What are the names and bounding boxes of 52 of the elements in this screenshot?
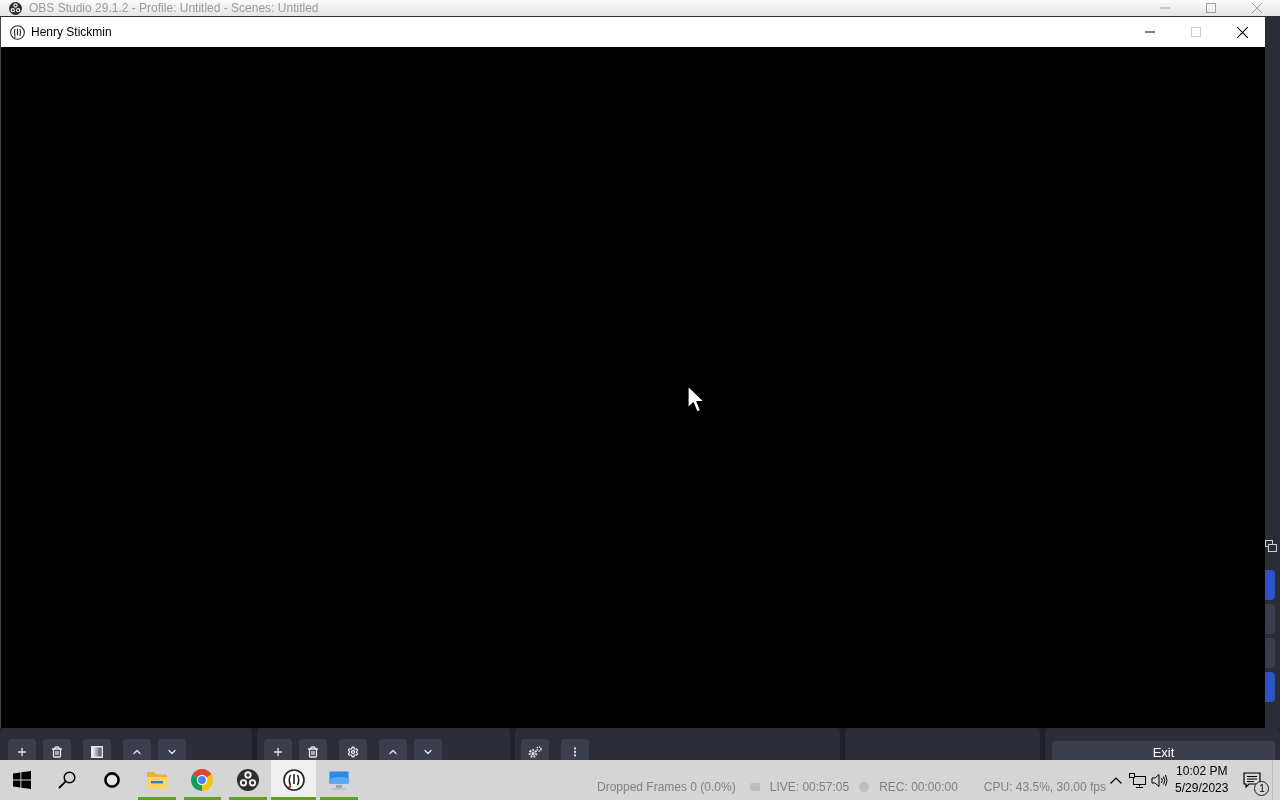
cartoon-face-icon [10, 24, 25, 40]
windows-logo-icon [13, 771, 32, 789]
status-text: CPU: 43.5%, 30.00 fps [983, 780, 1106, 794]
move-down-button[interactable] [414, 739, 442, 760]
window-title: OBS Studio 29.1.2 - Profile: Untitled - Scenes: Untitled [29, 0, 320, 16]
gear-icon [347, 746, 359, 758]
remove-button[interactable] [43, 739, 71, 760]
clock-time: 10:02 PM [1176, 763, 1228, 780]
folder-icon [145, 770, 168, 790]
message-icon [1243, 772, 1261, 788]
ring-icon [103, 772, 120, 788]
close-icon [1236, 26, 1248, 38]
close-icon [1252, 3, 1262, 13]
search-icon [58, 771, 76, 789]
overlapping-squares-icon [1265, 540, 1277, 552]
mouse-pointer-icon [687, 385, 706, 414]
move-down-button[interactable] [158, 739, 186, 760]
status-text: LIVE: 00:57:05 [769, 780, 850, 794]
maximize-icon [1206, 3, 1216, 13]
browser-logo-icon [191, 769, 214, 791]
exit-button[interactable]: Exit [1052, 741, 1275, 760]
advanced-audio-button[interactable] [521, 739, 549, 760]
properties-button[interactable] [339, 739, 367, 760]
clock-date: 5/29/2023 [1175, 780, 1229, 797]
live-indicator-icon [749, 782, 760, 792]
move-up-button[interactable] [123, 739, 151, 760]
trash-icon [307, 746, 319, 758]
filter-icon [91, 746, 103, 758]
status-text: REC: 00:00:00 [879, 780, 958, 794]
network-icon [1129, 772, 1147, 788]
speaker-icon [1151, 772, 1169, 788]
record-indicator-icon [859, 782, 870, 792]
notifications-button[interactable]: 1 [1232, 760, 1272, 800]
plus-icon [16, 746, 28, 758]
trash-icon [51, 746, 63, 758]
add-button[interactable] [264, 739, 292, 760]
maximize-icon [1191, 27, 1201, 37]
filters-button[interactable] [83, 739, 111, 760]
taskbar-app-button[interactable] [270, 760, 317, 800]
obs-logo-icon [237, 769, 259, 791]
add-button[interactable] [8, 739, 36, 760]
chevron-up-icon [1110, 776, 1123, 784]
menu-button[interactable] [561, 739, 589, 760]
plus-icon [272, 746, 284, 758]
move-up-button[interactable] [379, 739, 407, 760]
status-text: Dropped Frames 0 (0.0%) [597, 780, 736, 794]
cartoon-face-icon [282, 769, 305, 791]
gears-icon [528, 746, 542, 758]
remove-button[interactable] [299, 739, 327, 760]
window-title: Henry Stickmin [31, 24, 113, 40]
monitor-icon [327, 769, 352, 791]
notification-badge: 1 [1254, 781, 1270, 796]
